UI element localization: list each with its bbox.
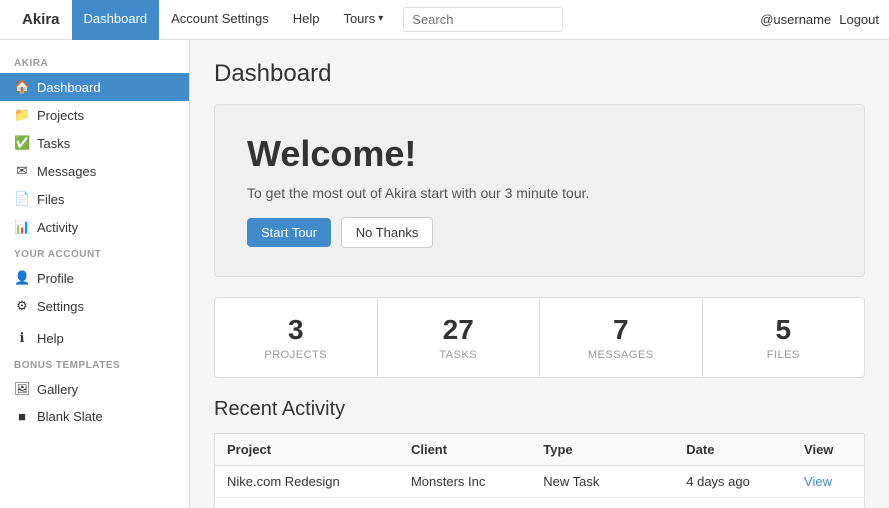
search-input[interactable] bbox=[403, 7, 563, 32]
no-thanks-button[interactable]: No Thanks bbox=[341, 217, 434, 248]
sidebar-item-blank-slate[interactable]: ■ Blank Slate bbox=[0, 403, 189, 430]
cell-date: 4 days ago bbox=[674, 466, 792, 498]
file-icon: 📄 bbox=[14, 191, 30, 207]
sidebar: AKIRA 🏠 Dashboard 📁 Projects ✅ Tasks ✉ M… bbox=[0, 40, 190, 508]
sidebar-item-settings[interactable]: ⚙ Settings bbox=[0, 292, 189, 320]
page-title: Dashboard bbox=[214, 60, 865, 88]
table-row: Nike.com Redesign Monsters Inc New Task … bbox=[215, 466, 865, 498]
activity-table: Project Client Type Date View Nike.com R… bbox=[214, 433, 865, 508]
top-nav: Akira Dashboard Account Settings Help To… bbox=[0, 0, 889, 40]
stat-messages: 7 MESSAGES bbox=[540, 298, 703, 377]
stat-projects-label: PROJECTS bbox=[264, 349, 327, 361]
start-tour-button[interactable]: Start Tour bbox=[247, 218, 331, 247]
welcome-heading: Welcome! bbox=[247, 133, 832, 175]
nav-item-account-settings[interactable]: Account Settings bbox=[159, 0, 281, 40]
sidebar-section-akira: AKIRA bbox=[0, 50, 189, 73]
stat-messages-number: 7 bbox=[560, 314, 682, 346]
table-row: Nike.com Redesign Monsters Inc New Messa… bbox=[215, 498, 865, 508]
gallery-icon: 🖼 bbox=[14, 381, 30, 397]
nav-item-dashboard[interactable]: Dashboard bbox=[72, 0, 160, 40]
col-project: Project bbox=[215, 434, 399, 466]
sidebar-section-account: YOUR ACCOUNT bbox=[0, 241, 189, 264]
cell-project: Nike.com Redesign bbox=[215, 498, 399, 508]
nav-username: @username bbox=[760, 12, 831, 27]
stat-tasks-label: TASKS bbox=[439, 349, 477, 361]
main-content: Dashboard Welcome! To get the most out o… bbox=[190, 40, 889, 508]
stat-tasks-number: 27 bbox=[398, 314, 520, 346]
main-layout: AKIRA 🏠 Dashboard 📁 Projects ✅ Tasks ✉ M… bbox=[0, 40, 889, 508]
nav-logout-button[interactable]: Logout bbox=[839, 12, 879, 27]
folder-icon: 📁 bbox=[14, 107, 30, 123]
sidebar-item-tasks[interactable]: ✅ Tasks bbox=[0, 129, 189, 157]
col-view: View bbox=[792, 434, 864, 466]
sidebar-item-profile[interactable]: 👤 Profile bbox=[0, 264, 189, 292]
stats-row: 3 PROJECTS 27 TASKS 7 MESSAGES 5 FILES bbox=[214, 297, 865, 378]
cell-client: Monsters Inc bbox=[399, 498, 531, 508]
settings-icon: ⚙ bbox=[14, 298, 30, 314]
cell-project: Nike.com Redesign bbox=[215, 466, 399, 498]
cell-type: New Task bbox=[531, 466, 674, 498]
sidebar-item-gallery[interactable]: 🖼 Gallery bbox=[0, 375, 189, 403]
cell-client: Monsters Inc bbox=[399, 466, 531, 498]
nav-right: @username Logout bbox=[760, 12, 879, 27]
tasks-icon: ✅ bbox=[14, 135, 30, 151]
stat-projects-number: 3 bbox=[235, 314, 357, 346]
welcome-card: Welcome! To get the most out of Akira st… bbox=[214, 104, 865, 277]
help-icon: ℹ bbox=[14, 330, 30, 346]
sidebar-item-activity[interactable]: 📊 Activity bbox=[0, 213, 189, 241]
chevron-down-icon: ▾ bbox=[378, 13, 383, 24]
nav-item-tours[interactable]: Tours ▾ bbox=[331, 0, 395, 40]
col-client: Client bbox=[399, 434, 531, 466]
sidebar-item-projects[interactable]: 📁 Projects bbox=[0, 101, 189, 129]
nav-item-help[interactable]: Help bbox=[281, 0, 332, 40]
col-type: Type bbox=[531, 434, 674, 466]
home-icon: 🏠 bbox=[14, 79, 30, 95]
profile-icon: 👤 bbox=[14, 270, 30, 286]
stat-files: 5 FILES bbox=[703, 298, 865, 377]
activity-icon: 📊 bbox=[14, 219, 30, 235]
stat-tasks: 27 TASKS bbox=[378, 298, 541, 377]
nav-search-container bbox=[403, 7, 760, 32]
sidebar-item-dashboard[interactable]: 🏠 Dashboard bbox=[0, 73, 189, 101]
cell-view[interactable]: View bbox=[792, 498, 864, 508]
activity-section-title: Recent Activity bbox=[214, 398, 865, 421]
stat-messages-label: MESSAGES bbox=[588, 349, 654, 361]
cell-type: New Message bbox=[531, 498, 674, 508]
welcome-text: To get the most out of Akira start with … bbox=[247, 185, 832, 201]
cell-date: 5 days ago bbox=[674, 498, 792, 508]
sidebar-item-help[interactable]: ℹ Help bbox=[0, 324, 189, 352]
cell-view[interactable]: View bbox=[792, 466, 864, 498]
sidebar-item-files[interactable]: 📄 Files bbox=[0, 185, 189, 213]
sidebar-section-bonus: BONUS TEMPLATES bbox=[0, 352, 189, 375]
sidebar-item-messages[interactable]: ✉ Messages bbox=[0, 157, 189, 185]
col-date: Date bbox=[674, 434, 792, 466]
stat-files-label: FILES bbox=[767, 349, 800, 361]
stat-files-number: 5 bbox=[723, 314, 845, 346]
brand-logo: Akira bbox=[10, 0, 72, 40]
mail-icon: ✉ bbox=[14, 163, 30, 179]
stat-projects: 3 PROJECTS bbox=[215, 298, 378, 377]
blank-slate-icon: ■ bbox=[14, 409, 30, 424]
